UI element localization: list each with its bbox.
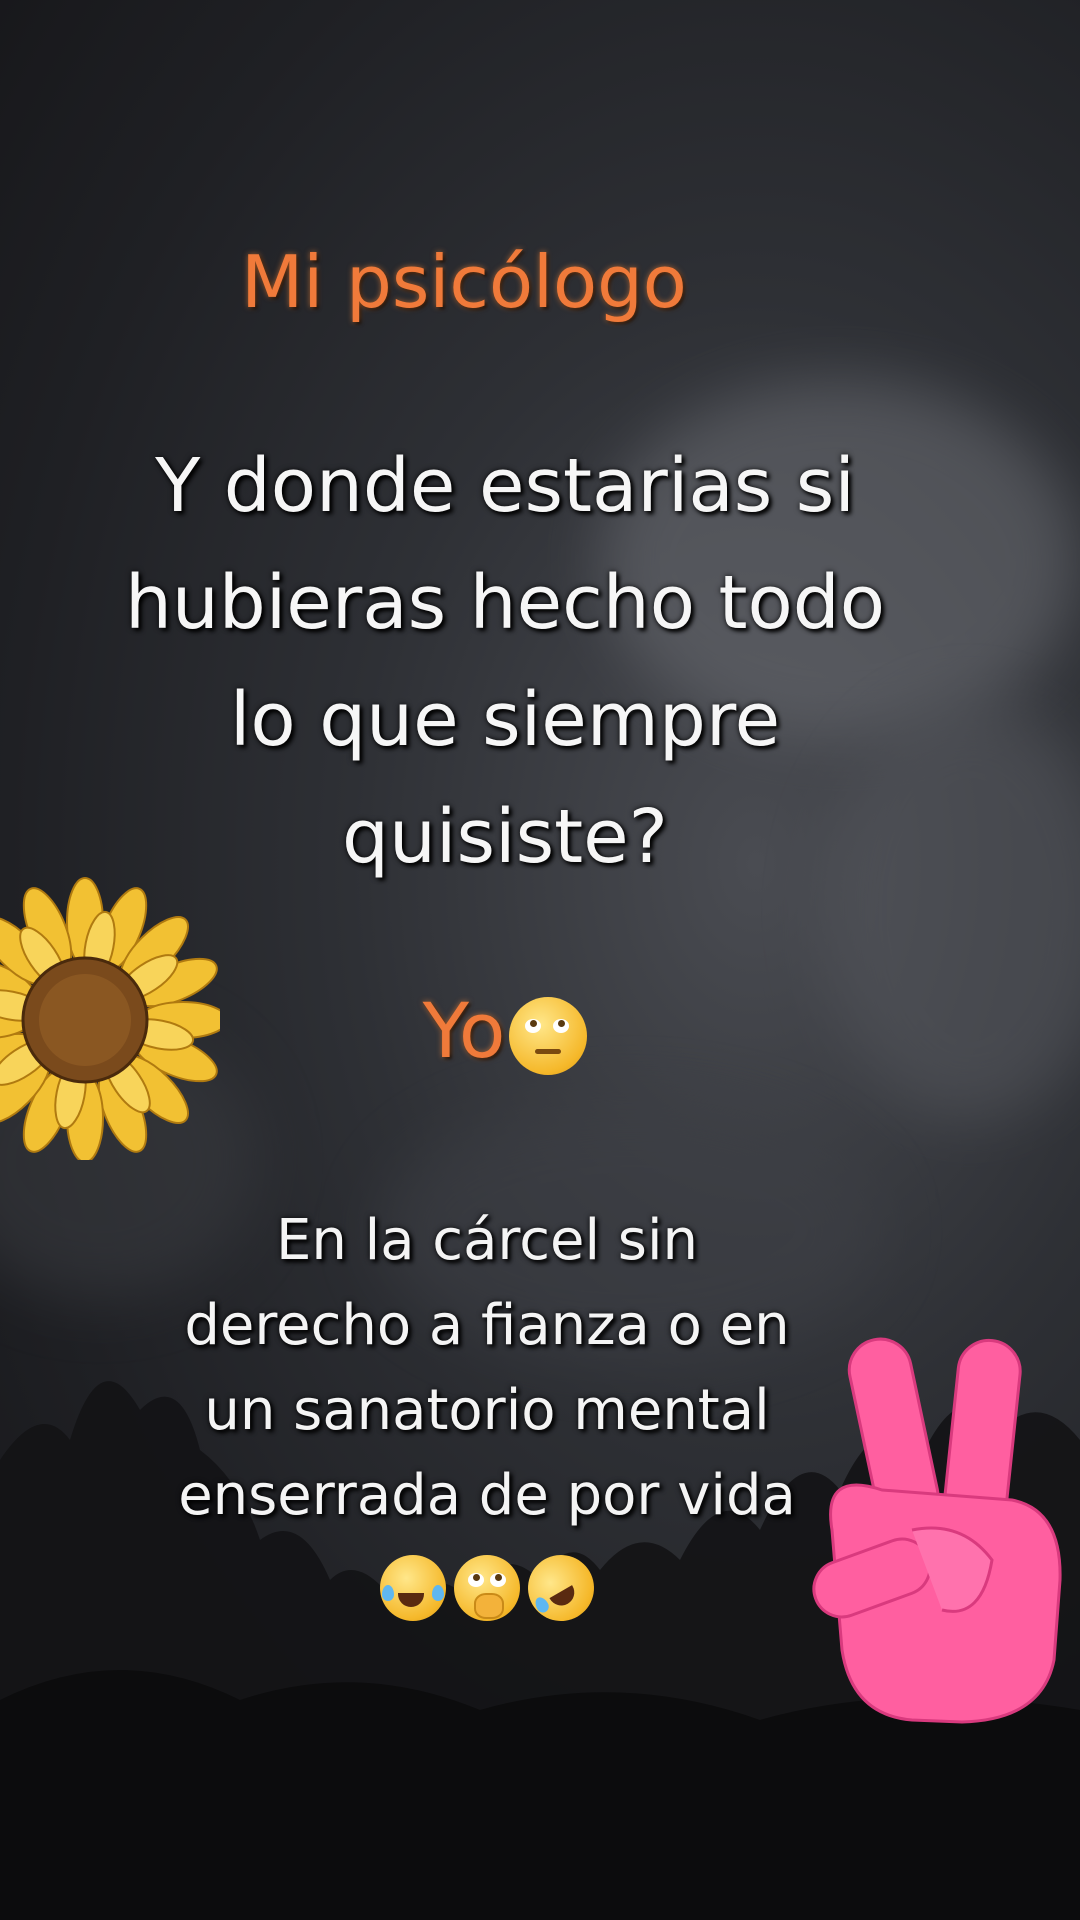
hand-over-mouth-emoji-icon [454,1554,520,1621]
tears-of-joy-emoji-icon [380,1554,446,1621]
yo-label: Yo [422,986,506,1075]
answer-line: En la cárcel sin [275,1208,699,1273]
sunflower-sticker-icon [0,877,220,1160]
question-line: hubieras hecho todo [124,560,886,646]
question-text: Y donde estarias si hubieras hecho todo … [0,428,1045,896]
rolling-eyes-emoji-icon [509,997,588,1075]
title: Mi psicólogo [241,240,687,324]
question-line: Y donde estarias si [155,443,855,529]
rolling-laughing-emoji-icon [515,1542,607,1633]
question-line: lo que siempre [229,677,781,763]
peace-hand-sticker-icon [812,1337,1062,1724]
